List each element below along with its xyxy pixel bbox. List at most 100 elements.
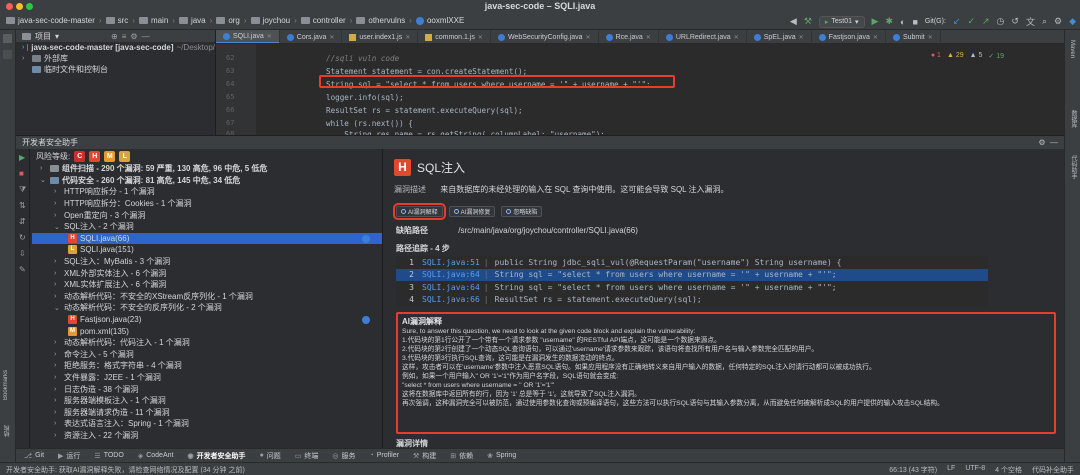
vulnerability-category-item[interactable]: › 资源注入 - 22 个漏洞 [32, 430, 382, 442]
vulnerability-category-item[interactable]: › 表达式语言注入：Spring - 1 个漏洞 [32, 418, 382, 430]
risk-critical-toggle[interactable]: C [74, 150, 86, 162]
editor-tab[interactable]: common.1.js ✕ [418, 30, 491, 43]
risk-medium-toggle[interactable]: M [104, 150, 116, 162]
back-icon[interactable]: ◀ [790, 16, 797, 27]
locate-icon[interactable]: ⊕ [111, 32, 118, 41]
chevron-right-icon[interactable]: › [54, 397, 61, 404]
vulnerability-category-item[interactable]: › 命令注入 - 5 个漏洞 [32, 349, 382, 361]
chevron-right-icon[interactable]: › [54, 386, 61, 393]
debug-icon[interactable]: ✱ [885, 16, 893, 27]
breadcrumb-item[interactable]: java-sec-code-master [6, 16, 95, 25]
bottom-tab[interactable]: ⚒ 构建 [413, 451, 436, 461]
stop-icon[interactable]: ■ [912, 17, 917, 27]
chevron-right-icon[interactable]: › [54, 374, 61, 381]
trace-file-link[interactable]: SQLI.java:66 [422, 295, 480, 304]
bookmarks-tab[interactable]: Bookmarks [3, 370, 9, 400]
scan-run-icon[interactable]: ▶ [19, 153, 25, 162]
inspection-widget[interactable]: ● 1 ▲ 29 ▲ 5 ✓ 19 [931, 52, 1004, 60]
expand-all-icon[interactable]: ⇅ [19, 201, 26, 210]
bottom-tab[interactable]: ⎇ Git [24, 452, 44, 460]
refresh-icon[interactable]: ↻ [19, 233, 26, 242]
close-icon[interactable]: ✕ [928, 34, 933, 41]
info-icon[interactable] [362, 234, 370, 243]
chevron-down-icon[interactable]: ⌄ [40, 176, 47, 184]
rollback-icon[interactable]: ↺ [1011, 16, 1019, 27]
close-icon[interactable]: ✕ [478, 34, 483, 41]
risk-high-toggle[interactable]: H [89, 150, 101, 162]
editor-tab[interactable]: Fastjson.java ✕ [812, 30, 886, 43]
chevron-right-icon[interactable]: › [54, 339, 61, 346]
breadcrumb-item[interactable]: othervulns [356, 16, 405, 25]
close-icon[interactable]: ✕ [799, 34, 804, 41]
trace-file-link[interactable]: SQLI.java:64 [422, 270, 480, 279]
risk-low-toggle[interactable]: L [119, 150, 131, 162]
close-icon[interactable]: ✕ [586, 34, 591, 41]
status-indicator[interactable]: 4 个空格 [995, 465, 1022, 475]
trace-step-row[interactable]: 3 SQLI.java:64 | String sql = "select * fro… [396, 281, 988, 293]
chevron-right-icon[interactable]: › [54, 420, 61, 427]
vulnerability-category-item[interactable]: ⌄ 动态解析代码：不安全的反序列化 - 2 个漏洞 [32, 302, 382, 314]
chevron-right-icon[interactable]: › [54, 362, 61, 369]
vulnerability-file-item[interactable]: H SQLI.java(66) [32, 232, 382, 245]
project-panel-header[interactable]: 项目 ▾ ⊕ ≡ ⚙ — [16, 30, 215, 42]
vulnerability-category-item[interactable]: › 组件扫描 - 290 个漏洞: 59 严重, 130 高危, 96 中危, 5… [32, 163, 382, 175]
panel-splitter[interactable] [382, 149, 383, 449]
trace-step-row[interactable]: 2 SQLI.java:64 | String sql = "select * fro… [396, 268, 988, 281]
trace-file-link[interactable]: SQLI.java:64 [422, 283, 480, 292]
bottom-tab[interactable]: ☰ TODO [94, 452, 123, 460]
search-icon[interactable]: ⌕ [1042, 16, 1047, 27]
ai-fix-button[interactable]: AI漏洞修复 [448, 206, 496, 217]
editor-tab[interactable]: SpEL.java ✕ [747, 30, 812, 43]
vulnerability-file-item[interactable]: H Fastjson.java(23) [32, 314, 382, 326]
bottom-tab[interactable]: ▭ 终端 [295, 451, 319, 461]
vulnerability-category-item[interactable]: › XML外部实体注入 - 6 个漏洞 [32, 267, 382, 279]
chevron-right-icon[interactable]: › [54, 188, 61, 195]
close-icon[interactable]: ✕ [329, 34, 334, 41]
ai-explain-button[interactable]: AI漏洞解释 [393, 203, 446, 220]
structure-tab[interactable]: 结构 [3, 425, 12, 437]
tree-item-scratches[interactable]: 临时文件和控制台 [16, 64, 215, 75]
editor-tab[interactable]: Rce.java ✕ [599, 30, 659, 43]
vulnerability-category-item[interactable]: › HTTP响应拆分 - 1 个漏洞 [32, 186, 382, 198]
chevron-right-icon[interactable]: › [40, 165, 47, 172]
chevron-right-icon[interactable]: › [54, 258, 61, 265]
git-push-icon[interactable]: ↗ [982, 16, 990, 27]
hide-icon[interactable]: — [142, 32, 150, 41]
run-config-select[interactable]: ▸ Test01 ▾ [818, 15, 865, 28]
vulnerability-category-item[interactable]: › 服务器端请求伪造 - 11 个漏洞 [32, 406, 382, 418]
code-editor[interactable]: 62 63 64 65 66 67 68 //sqli vuln code St… [216, 44, 1064, 138]
stop-icon[interactable]: ■ [19, 169, 24, 178]
vulnerability-file-item[interactable]: Mpom.xml(135) [32, 325, 382, 337]
vulnerability-category-item[interactable]: › 服务器端模板注入 - 1 个漏洞 [32, 395, 382, 407]
chevron-right-icon[interactable]: › [54, 432, 61, 439]
project-tool-icon[interactable] [3, 34, 12, 43]
settings-icon[interactable]: ⚙ [1054, 16, 1062, 27]
trace-step-row[interactable]: 4 SQLI.java:66 | ResultSet rs = statement.e… [396, 294, 988, 306]
breadcrumb-item[interactable]: org [216, 16, 240, 25]
vulnerability-category-item[interactable]: ⌄ 代码安全 - 260 个漏洞: 81 高危, 145 中危, 34 低危 [32, 175, 382, 187]
info-icon[interactable] [362, 315, 370, 324]
collapse-all-icon[interactable]: ⇵ [19, 217, 26, 226]
close-icon[interactable]: ✕ [734, 34, 739, 41]
breadcrumb-item[interactable]: joychou [250, 16, 290, 25]
vulnerability-category-item[interactable]: › 拒绝服务：格式字符串 - 4 个漏洞 [32, 360, 382, 372]
collapse-icon[interactable]: ≡ [122, 32, 127, 41]
chevron-right-icon[interactable]: › [54, 200, 61, 207]
vulnerability-category-item[interactable]: › XML实体扩展注入 - 6 个漏洞 [32, 279, 382, 291]
bottom-tab[interactable]: ⊞ 依赖 [450, 451, 473, 461]
gear-icon[interactable]: ⚙ [130, 32, 137, 41]
close-icon[interactable]: ✕ [646, 34, 651, 41]
chevron-right-icon[interactable]: › [54, 293, 61, 300]
code-assistant-tab[interactable]: 代码助手 [1069, 155, 1078, 179]
breadcrumb-item[interactable]: java [178, 16, 206, 25]
database-tab[interactable]: 数据库 [1069, 110, 1078, 128]
bottom-tab[interactable]: ◔ Profiler [370, 452, 399, 459]
vulnerability-file-item[interactable]: L SQLI.java(151) [32, 244, 382, 256]
vulnerability-category-item[interactable]: › 动态解析代码：代码注入 - 1 个漏洞 [32, 337, 382, 349]
export-icon[interactable]: ⇩ [19, 249, 26, 258]
editor-tab[interactable]: SQLI.java ✕ [216, 30, 280, 43]
close-icon[interactable]: ✕ [873, 34, 878, 41]
tree-item-external-libraries[interactable]: › 外部库 [16, 53, 215, 64]
editor-tab[interactable]: Submit ✕ [886, 30, 941, 43]
filter-icon[interactable]: ⧩ [19, 185, 26, 195]
